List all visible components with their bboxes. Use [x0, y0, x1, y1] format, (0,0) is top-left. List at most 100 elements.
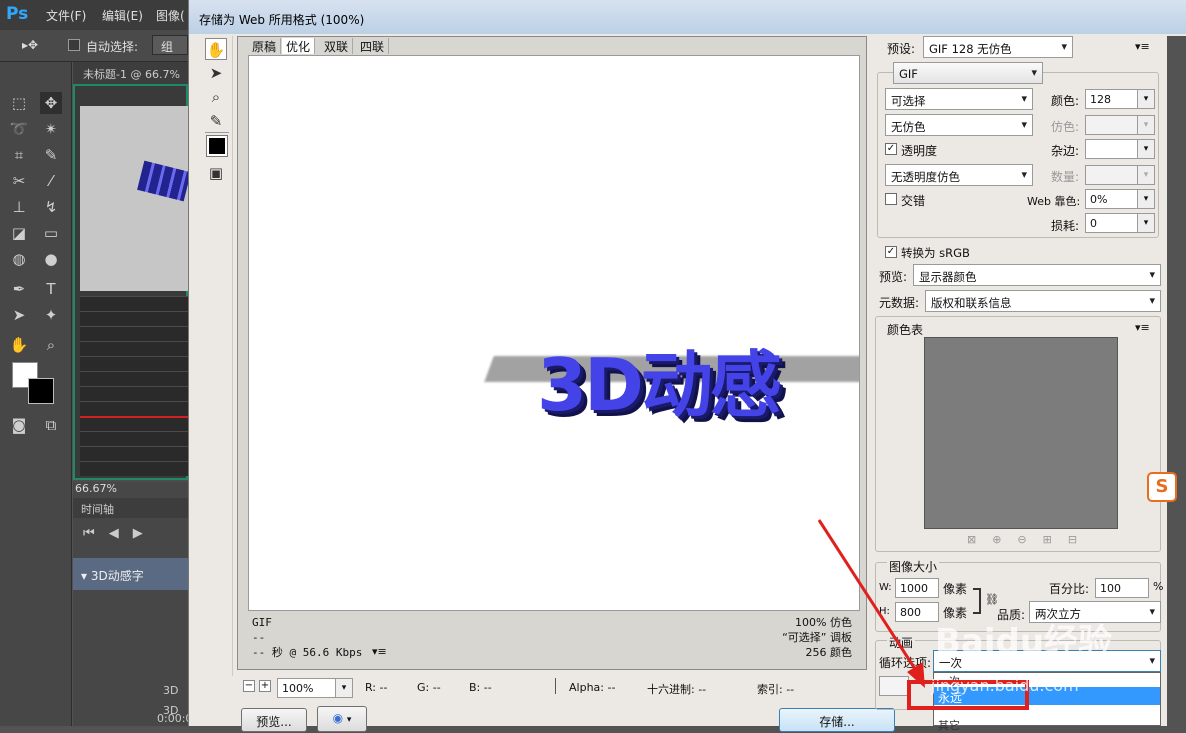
eraser-icon[interactable]: ◪	[8, 222, 30, 244]
save-for-web-dialog: 存储为 Web 所用格式 (100%) ✋ ➤ ⌕ ✎ ▣ 原稿 优化 双联 四…	[188, 0, 1186, 732]
dialog-toolbar: ✋ ➤ ⌕ ✎ ▣	[199, 36, 233, 676]
menu-image[interactable]: 图像(	[156, 7, 185, 24]
color-table-menu-icon[interactable]: ▾≡	[1135, 321, 1150, 334]
quick-mask-icon[interactable]: ◙	[8, 414, 30, 436]
right-strip	[1167, 36, 1186, 726]
interlaced-checkbox[interactable]	[885, 193, 897, 205]
hand-icon[interactable]: ✋	[8, 334, 30, 356]
preview-button[interactable]: 预览...	[241, 708, 307, 732]
reduction-dropdown[interactable]: 可选择	[885, 88, 1033, 110]
colors-label: 颜色:	[1051, 94, 1080, 108]
save-button[interactable]: 存储...	[779, 708, 895, 732]
brush-icon[interactable]: ⁄	[40, 170, 62, 192]
hand-tool-icon[interactable]: ✋	[205, 38, 227, 60]
lossy-value: 0	[1090, 217, 1097, 230]
loop-option-other[interactable]: 其它	[934, 717, 1160, 732]
zoom-in-icon[interactable]: +	[259, 680, 271, 692]
percent-input[interactable]: 100	[1095, 578, 1149, 598]
dither-input: ▾	[1085, 115, 1155, 135]
background-color-swatch[interactable]	[28, 378, 54, 404]
browser-preview-button[interactable]: ◉ ▾	[317, 706, 367, 732]
zoom-icon[interactable]: ⌕	[40, 334, 62, 356]
timeline-title: 时间轴	[73, 498, 188, 518]
preset-value: GIF 128 无仿色	[929, 42, 1012, 56]
shape-icon[interactable]: ✦	[40, 304, 62, 326]
matte-input[interactable]: ▾	[1085, 139, 1155, 159]
canvas-preview	[80, 106, 191, 291]
blur-icon[interactable]: ◍	[8, 248, 30, 270]
convert-srgb-checkbox[interactable]: ✓	[885, 246, 897, 258]
gradient-icon[interactable]: ▭	[40, 222, 62, 244]
toggle-slices-icon[interactable]: ▣	[205, 162, 227, 184]
move-icon[interactable]: ✥	[40, 92, 62, 114]
color-table-title: 颜色表	[887, 323, 924, 337]
timeline-controls[interactable]: ⏮◀▶	[83, 526, 157, 541]
zoom-tool-icon[interactable]: ⌕	[205, 86, 227, 108]
dialog-title: 存储为 Web 所用格式 (100%)	[189, 0, 1186, 34]
preset-menu-icon[interactable]: ▾≡	[1135, 40, 1150, 53]
metadata-dropdown[interactable]: 版权和联系信息	[925, 290, 1161, 312]
zoom-out-icon[interactable]: −	[243, 680, 255, 692]
timeline-sub-row: 3D	[163, 684, 179, 697]
preview-canvas[interactable]: 3D动感	[248, 55, 860, 611]
dither-algorithm-dropdown[interactable]: 无仿色	[885, 114, 1033, 136]
lossy-input[interactable]: 0 ▾	[1085, 213, 1155, 233]
reduction-value: 可选择	[891, 94, 926, 108]
baidu-watermark-url: jingyan.baidu.com	[931, 676, 1079, 695]
constrain-link-icon[interactable]: ⛓	[985, 593, 999, 606]
transparency-dither-dropdown[interactable]: 无透明度仿色	[885, 164, 1033, 186]
preview-3d-text: 3D动感	[537, 343, 782, 427]
type-icon[interactable]: T	[40, 278, 62, 300]
status-r: R: --	[365, 681, 388, 694]
preset-dropdown[interactable]: GIF 128 无仿色	[923, 36, 1073, 58]
auto-select-dropdown[interactable]: 组	[152, 35, 188, 55]
ps-timeline-panel: 66.67% 时间轴 ⏮◀▶ ▾ 3D动感字 3D 3D 0:00:0	[73, 482, 192, 726]
transparency-checkbox[interactable]: ✓	[885, 143, 897, 155]
eyedropper-tool-icon[interactable]: ✎	[205, 110, 227, 132]
timeline-layer-name: 3D动感字	[90, 569, 144, 583]
colors-input[interactable]: 128 ▾	[1085, 89, 1155, 109]
zoom-level-select[interactable]: 100% ▾	[277, 678, 353, 698]
sogou-icon[interactable]: S	[1147, 472, 1177, 502]
browser-icon: ◉	[332, 711, 344, 725]
path-select-icon[interactable]: ➤	[8, 304, 30, 326]
zoom-level-value: 100%	[282, 682, 314, 695]
crop-icon[interactable]: ⌗	[8, 144, 30, 166]
color-table-swatches[interactable]	[924, 337, 1118, 529]
color-table-actions[interactable]: ⊠⊕⊖⊞⊟	[967, 533, 1093, 546]
doc-canvas[interactable]	[73, 84, 191, 480]
history-brush-icon[interactable]: ↯	[40, 196, 62, 218]
healing-icon[interactable]: ✂	[8, 170, 30, 192]
magic-wand-icon[interactable]: ✴	[40, 118, 62, 140]
tab-2up[interactable]: 双联	[320, 38, 354, 54]
doc-tab[interactable]: 未标题-1 @ 66.7%	[73, 62, 188, 84]
tab-4up[interactable]: 四联	[356, 38, 390, 54]
menu-edit[interactable]: 编辑(E)	[102, 7, 143, 24]
slice-select-icon[interactable]: ➤	[205, 62, 227, 84]
eyedropper-color-swatch[interactable]	[206, 135, 228, 157]
info-format: GIF	[252, 616, 272, 629]
tab-original[interactable]: 原稿	[248, 38, 282, 54]
screen-mode-icon[interactable]: ⧉	[40, 414, 62, 436]
timeline-layer-row[interactable]: ▾ 3D动感字	[73, 558, 188, 590]
preview-mode-value: 显示器颜色	[919, 270, 977, 284]
stamp-icon[interactable]: ⊥	[8, 196, 30, 218]
preview-mode-dropdown[interactable]: 显示器颜色	[913, 264, 1161, 286]
web-snap-label: Web 靠色:	[1027, 195, 1081, 208]
dodge-icon[interactable]: ●	[40, 248, 62, 270]
format-dropdown[interactable]: GIF	[893, 62, 1043, 84]
zoom-readout: 66.67%	[75, 482, 117, 495]
menu-file[interactable]: 文件(F)	[46, 7, 86, 24]
move-tool-icon[interactable]: ▸✥	[22, 38, 38, 52]
auto-select-checkbox[interactable]	[68, 39, 80, 51]
pen-icon[interactable]: ✒	[8, 278, 30, 300]
percent-label: 百分比:	[1049, 582, 1090, 596]
marquee-icon[interactable]: ⬚	[8, 92, 30, 114]
lasso-icon[interactable]: ➰	[8, 118, 30, 140]
eyedropper-icon[interactable]: ✎	[40, 144, 62, 166]
format-value: GIF	[899, 67, 918, 81]
info-menu-icon[interactable]: ▾≡	[372, 645, 387, 658]
web-snap-input[interactable]: 0% ▾	[1085, 189, 1155, 209]
link-bracket	[973, 588, 981, 614]
tab-optimized[interactable]: 优化	[282, 38, 316, 54]
